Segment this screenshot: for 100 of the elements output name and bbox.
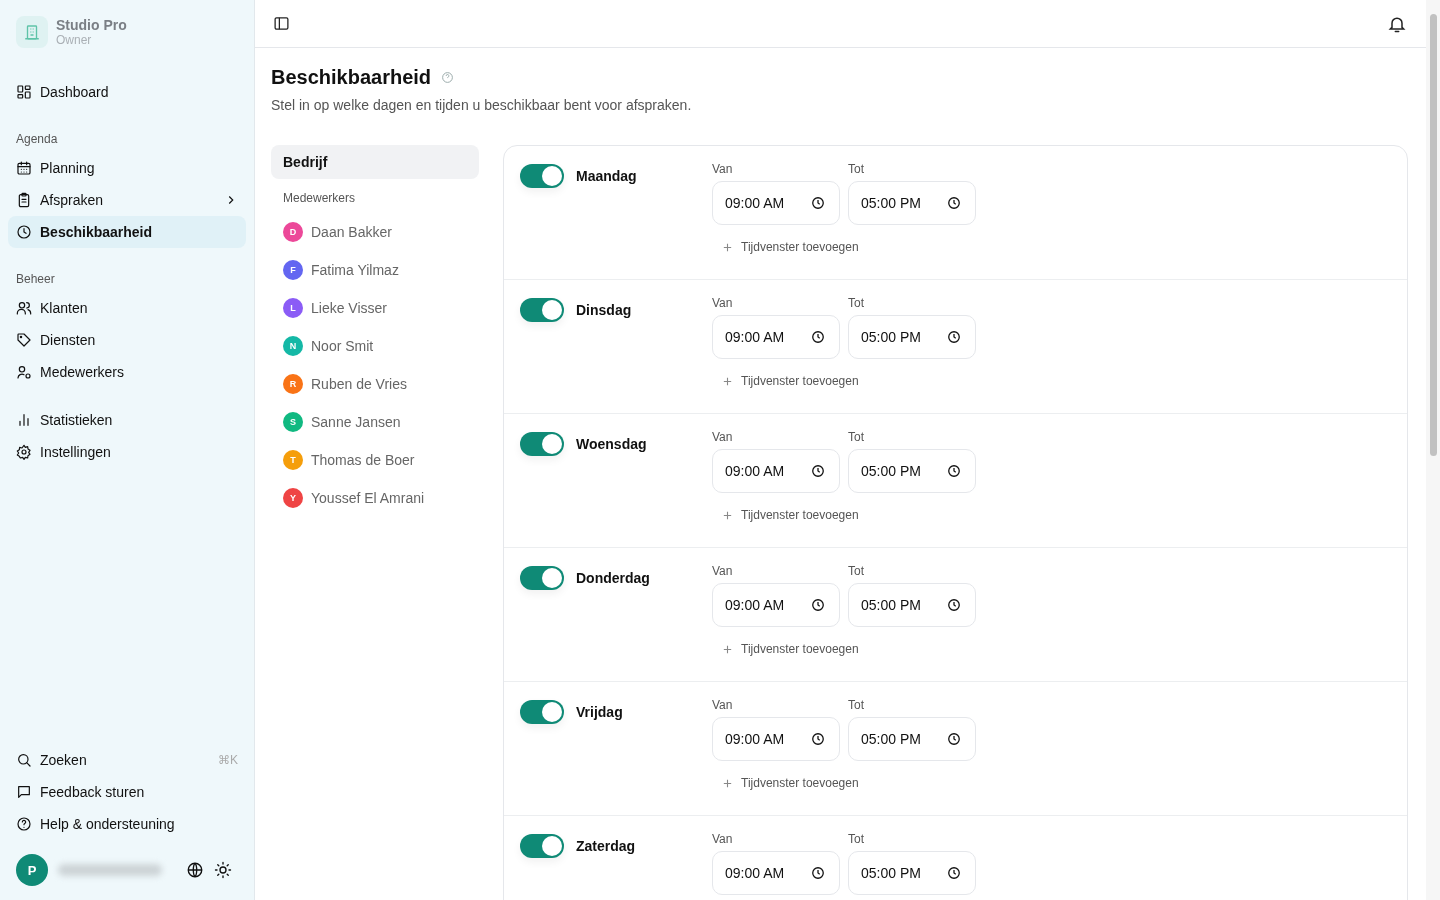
- settings-icon: [16, 444, 32, 460]
- staff-item[interactable]: L Lieke Visser: [271, 289, 479, 327]
- field-label: Tot: [848, 430, 865, 444]
- workspace-name: Studio Pro: [56, 17, 127, 33]
- scrollbar[interactable]: [1426, 0, 1440, 900]
- globe-icon[interactable]: [186, 861, 204, 879]
- field-label: Van: [712, 698, 734, 712]
- nav-item[interactable]: Diensten: [8, 324, 246, 356]
- nav-section-title: Beheer: [15, 271, 56, 288]
- clock-icon: [947, 732, 961, 746]
- page-subtitle: Stel in op welke dagen en tijden u beschikbaar bent voor afspraken.: [271, 97, 693, 113]
- staff-item[interactable]: Y Youssef El Amrani: [271, 479, 479, 517]
- nav-item[interactable]: Zoeken ⌘K: [8, 744, 246, 776]
- nav-item[interactable]: Help & ondersteuning: [8, 808, 246, 840]
- staff-avatar: Y: [283, 488, 303, 508]
- field-label: Tot: [848, 564, 865, 578]
- day-toggle[interactable]: [520, 432, 564, 456]
- field-label: Van: [712, 832, 734, 846]
- clock-icon: [811, 196, 825, 210]
- nav-item[interactable]: Klanten: [8, 292, 246, 324]
- time-field[interactable]: 09:00 AM: [712, 583, 840, 627]
- staff-item[interactable]: D Daan Bakker: [271, 213, 479, 251]
- staff-avatar: N: [283, 336, 303, 356]
- staff-item[interactable]: S Sanne Jansen: [271, 403, 479, 441]
- time-field[interactable]: 09:00 AM: [712, 181, 840, 225]
- tag-icon: [16, 332, 32, 348]
- clock-icon: [947, 330, 961, 344]
- staff-item[interactable]: F Fatima Yilmaz: [271, 251, 479, 289]
- staff-item[interactable]: T Thomas de Boer: [271, 441, 479, 479]
- field-label: Tot: [848, 296, 865, 310]
- field-label: Van: [712, 564, 734, 578]
- day-toggle[interactable]: [520, 834, 564, 858]
- nav-item[interactable]: Medewerkers: [8, 356, 246, 388]
- clock-icon: [947, 866, 961, 880]
- sidebar-toggle-icon[interactable]: [273, 15, 290, 32]
- plus-icon: [722, 643, 733, 655]
- clock-icon: [811, 464, 825, 478]
- clock-icon: [16, 224, 32, 240]
- day-toggle[interactable]: [520, 298, 564, 322]
- field-label: Tot: [848, 698, 865, 712]
- search-icon: [16, 752, 32, 768]
- staff-item[interactable]: R Ruben de Vries: [271, 365, 479, 403]
- shortcut-hint: ⌘K: [218, 753, 238, 767]
- staff-item[interactable]: N Noor Smit: [271, 327, 479, 365]
- user-gear-icon: [16, 364, 32, 380]
- user-avatar[interactable]: P: [16, 854, 48, 886]
- clock-icon: [947, 598, 961, 612]
- field-label: Van: [712, 296, 734, 310]
- time-field[interactable]: 05:00 PM: [848, 315, 976, 359]
- clock-icon: [947, 196, 961, 210]
- staff-avatar: R: [283, 374, 303, 394]
- add-time-slot-button[interactable]: Tijdvenster toevoegen: [722, 508, 859, 522]
- time-field[interactable]: 05:00 PM: [848, 717, 976, 761]
- workspace-role: Owner: [56, 33, 93, 47]
- add-time-slot-button[interactable]: Tijdvenster toevoegen: [722, 374, 859, 388]
- plus-icon: [722, 509, 733, 521]
- time-field[interactable]: 09:00 AM: [712, 717, 840, 761]
- nav-item[interactable]: Beschikbaarheid: [8, 216, 246, 248]
- time-field[interactable]: 09:00 AM: [712, 449, 840, 493]
- nav-item[interactable]: Instellingen: [8, 436, 246, 468]
- clipboard-icon: [16, 192, 32, 208]
- field-label: Van: [712, 430, 734, 444]
- nav-item[interactable]: Planning: [8, 152, 246, 184]
- time-field[interactable]: 05:00 PM: [848, 851, 976, 895]
- day-name: Donderdag: [576, 569, 650, 588]
- scope-item[interactable]: Bedrijf: [271, 145, 479, 179]
- nav-item[interactable]: Feedback sturen: [8, 776, 246, 808]
- clock-icon: [811, 732, 825, 746]
- nav-item[interactable]: Afspraken: [8, 184, 246, 216]
- time-field[interactable]: 09:00 AM: [712, 851, 840, 895]
- plus-icon: [722, 375, 733, 387]
- staff-avatar: T: [283, 450, 303, 470]
- message-icon: [16, 784, 32, 800]
- day-name: Vrijdag: [576, 703, 623, 722]
- staff-avatar: D: [283, 222, 303, 242]
- clock-icon: [811, 866, 825, 880]
- add-time-slot-button[interactable]: Tijdvenster toevoegen: [722, 240, 859, 254]
- day-toggle[interactable]: [520, 164, 564, 188]
- add-time-slot-button[interactable]: Tijdvenster toevoegen: [722, 642, 859, 656]
- page-title: Beschikbaarheid: [271, 66, 432, 89]
- staff-avatar: S: [283, 412, 303, 432]
- nav-item[interactable]: Dashboard: [8, 76, 246, 108]
- time-field[interactable]: 05:00 PM: [848, 583, 976, 627]
- time-field[interactable]: 05:00 PM: [848, 181, 976, 225]
- plus-icon: [722, 777, 733, 789]
- add-time-slot-button[interactable]: Tijdvenster toevoegen: [722, 776, 859, 790]
- staff-avatar: F: [283, 260, 303, 280]
- field-label: Van: [712, 162, 734, 176]
- nav-item[interactable]: Statistieken: [8, 404, 246, 436]
- staff-section-title: Medewerkers: [282, 190, 357, 207]
- sun-icon[interactable]: [214, 861, 232, 879]
- day-toggle[interactable]: [520, 700, 564, 724]
- users-icon: [16, 300, 32, 316]
- calendar-icon: [16, 160, 32, 176]
- time-field[interactable]: 09:00 AM: [712, 315, 840, 359]
- plus-icon: [722, 241, 733, 253]
- time-field[interactable]: 05:00 PM: [848, 449, 976, 493]
- day-toggle[interactable]: [520, 566, 564, 590]
- field-label: Tot: [848, 832, 865, 846]
- day-name: Dinsdag: [576, 301, 632, 320]
